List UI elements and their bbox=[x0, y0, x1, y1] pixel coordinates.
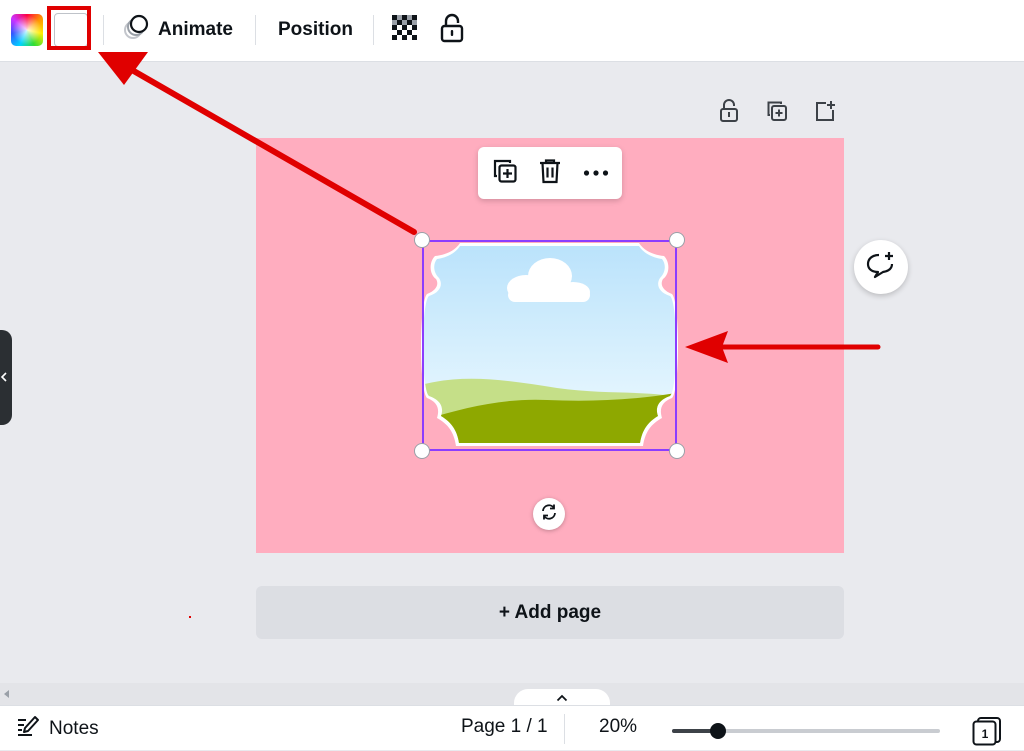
annotation-arrow-to-swatch bbox=[98, 52, 417, 235]
scroll-left-icon bbox=[4, 690, 9, 698]
page-count-badge: 1 bbox=[981, 727, 989, 741]
horizontal-scrollbar[interactable] bbox=[0, 683, 1024, 705]
page-indicator: Page 1 / 1 bbox=[461, 716, 548, 737]
footer-divider bbox=[564, 714, 565, 744]
annotation-arrows bbox=[98, 52, 881, 363]
zoom-slider-fill bbox=[672, 729, 714, 733]
notes-button[interactable]: Notes bbox=[16, 715, 99, 742]
annotation-arrow-to-frame bbox=[685, 331, 881, 363]
notes-label: Notes bbox=[49, 717, 99, 739]
page-grid-button[interactable]: 1 bbox=[972, 716, 1002, 746]
zoom-level[interactable]: 20% bbox=[599, 716, 637, 738]
notes-icon bbox=[16, 715, 40, 742]
zoom-slider-thumb[interactable] bbox=[710, 723, 726, 739]
editor-footer: Notes Page 1 / 1 20% bbox=[0, 705, 1024, 750]
